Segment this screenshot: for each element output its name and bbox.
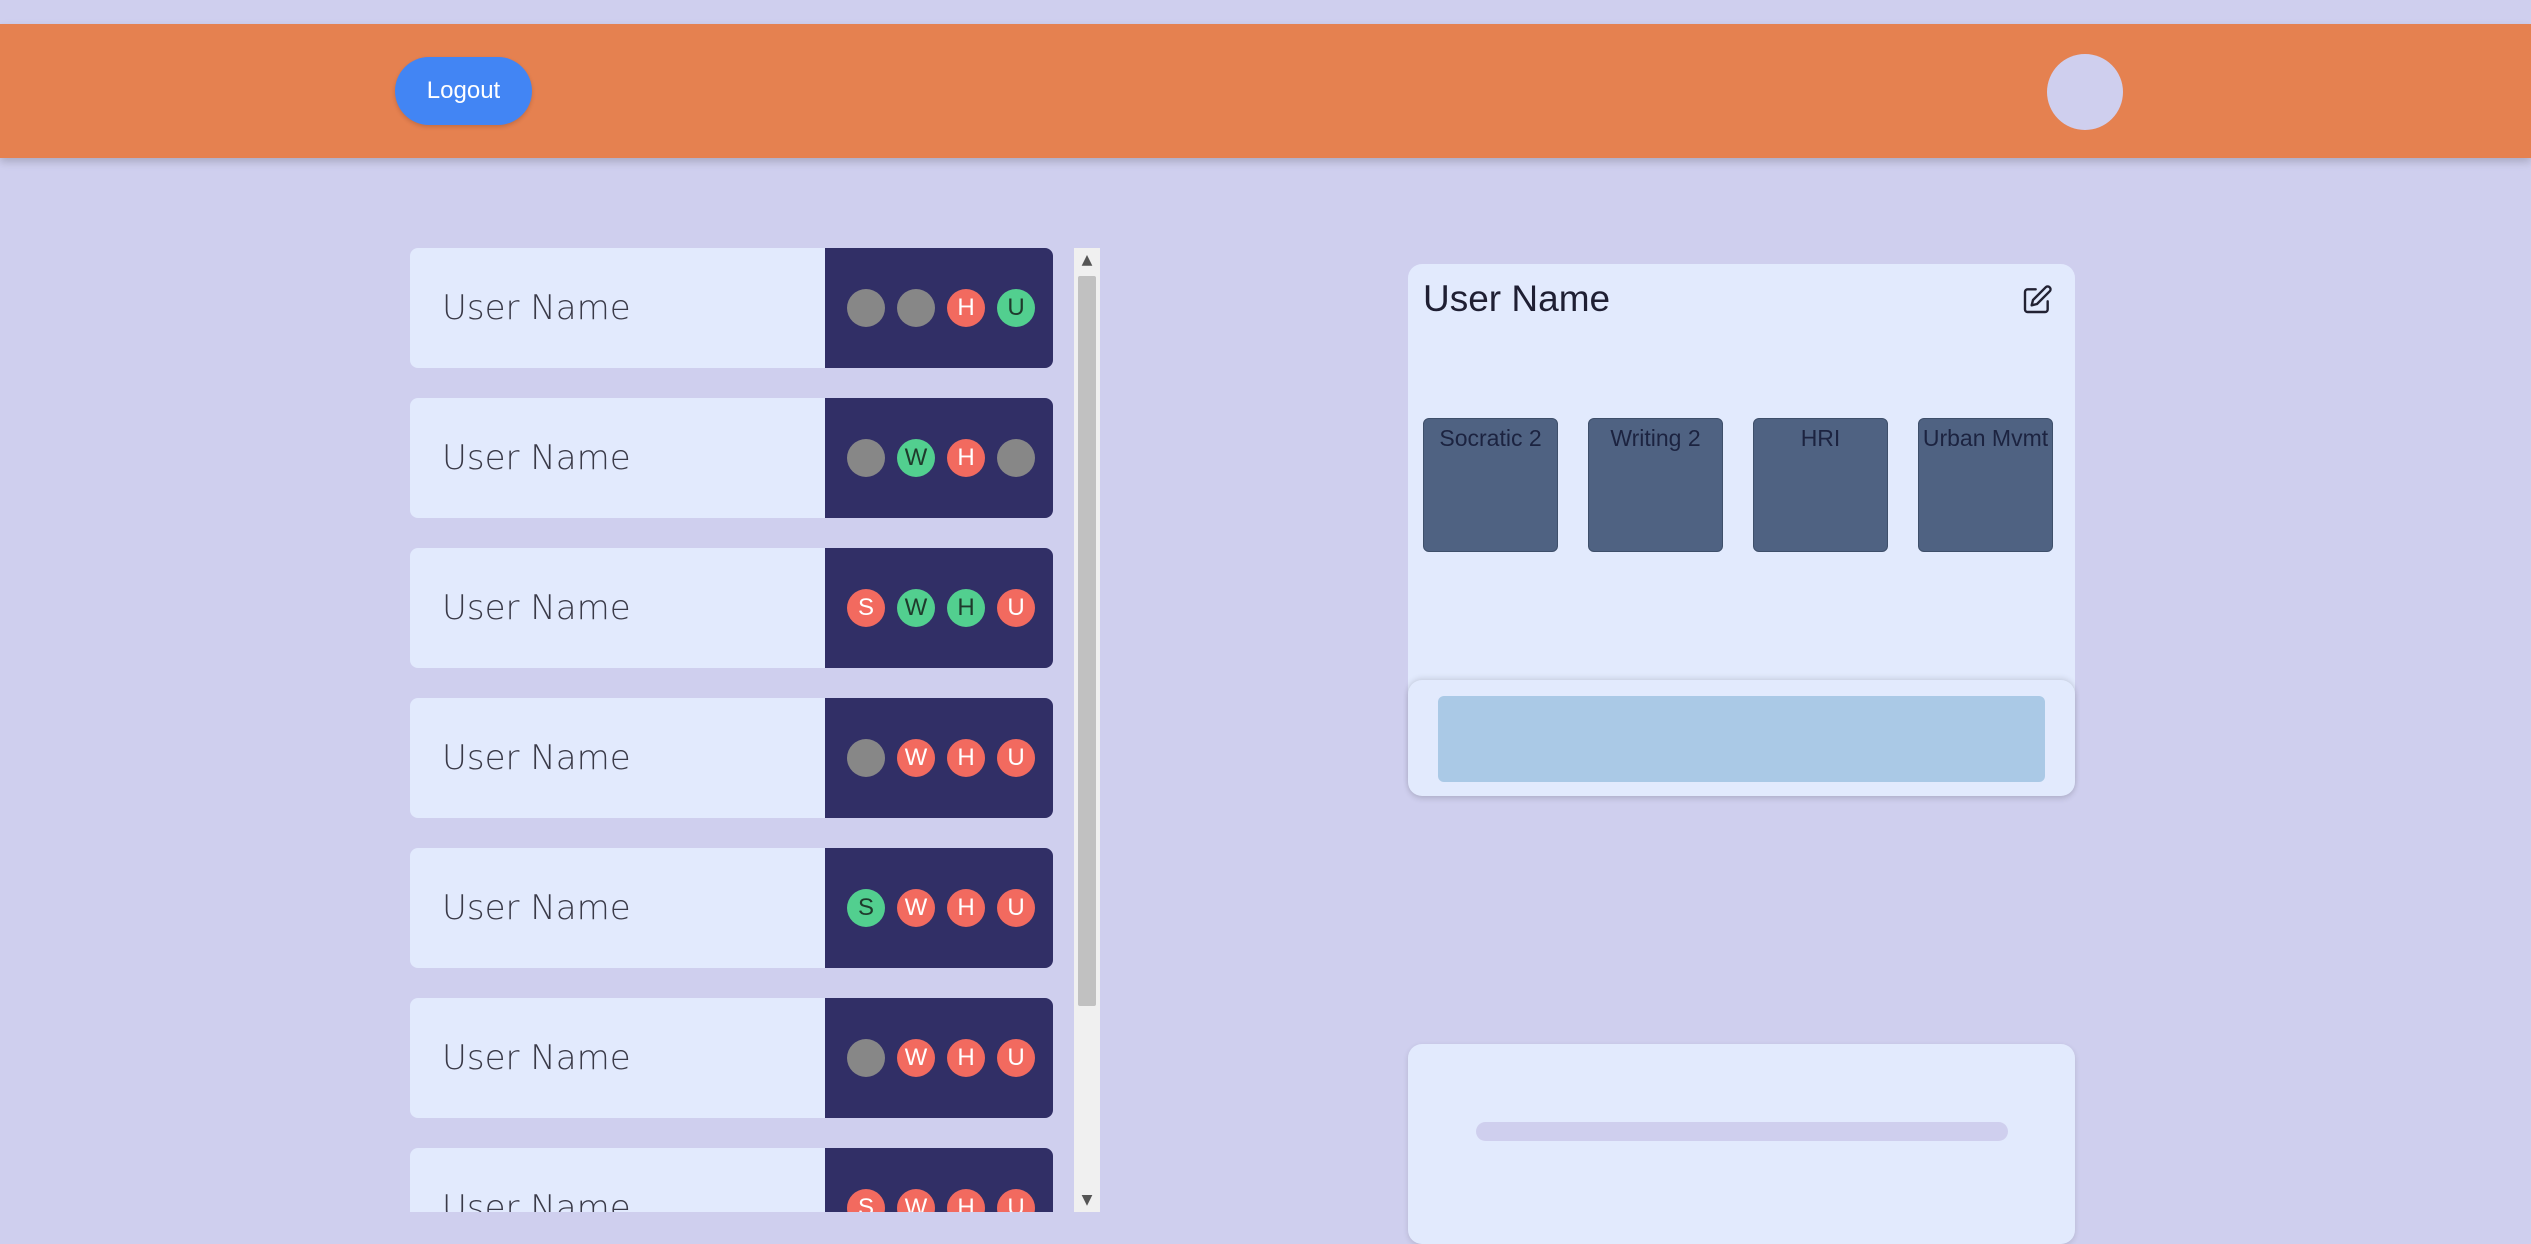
status-badge: S (847, 589, 885, 627)
user-list[interactable]: User Name H U User Name W H User Name S W H U User … (410, 248, 1054, 1212)
status-badge: H (947, 289, 985, 327)
status-badge: W (897, 889, 935, 927)
status-badge: H (947, 1189, 985, 1212)
status-badge: H (947, 439, 985, 477)
user-list-item[interactable]: User Name H U (410, 248, 1053, 368)
user-list-item[interactable]: User Name S W H U (410, 848, 1053, 968)
course-label: Urban Mvmt (1922, 425, 2049, 451)
status-badge (847, 1039, 885, 1077)
user-name: User Name (410, 1148, 825, 1212)
user-name: User Name (410, 248, 825, 368)
status-badge: H (947, 739, 985, 777)
course-tile[interactable]: HRI (1753, 418, 1888, 552)
status-badges: WHU (825, 698, 1053, 818)
user-list-item[interactable]: User Name W H U (410, 698, 1053, 818)
status-badge: S (847, 1189, 885, 1212)
user-name: User Name (410, 848, 825, 968)
pencil-square-icon (2023, 285, 2052, 314)
status-badge: H (947, 1039, 985, 1077)
logout-button[interactable]: Logout (395, 57, 532, 125)
avatar[interactable] (2047, 54, 2123, 130)
status-badge: W (897, 439, 935, 477)
status-badge: U (997, 289, 1035, 327)
status-badges: WH (825, 398, 1053, 518)
status-badge: H (947, 589, 985, 627)
placeholder-bar (1476, 1122, 2008, 1141)
scroll-down-icon[interactable]: ▼ (1074, 1188, 1100, 1212)
status-badges: SWHU (825, 548, 1053, 668)
status-badge: W (897, 589, 935, 627)
course-label: Writing 2 (1610, 425, 1701, 451)
bottom-card (1408, 1044, 2075, 1244)
status-badge: S (847, 889, 885, 927)
user-list-item[interactable]: User Name W H U (410, 998, 1053, 1118)
status-badge: W (897, 739, 935, 777)
user-name: User Name (410, 398, 825, 518)
status-badge: U (997, 889, 1035, 927)
course-label: Socratic 2 (1439, 425, 1542, 451)
scroll-up-icon[interactable]: ▲ (1074, 248, 1100, 272)
status-badges: SWHU (825, 1148, 1053, 1212)
edit-button[interactable] (2019, 282, 2055, 318)
status-badges: HU (825, 248, 1053, 368)
status-badge: U (997, 1189, 1035, 1212)
note-input[interactable] (1438, 696, 2045, 782)
course-label: HRI (1800, 425, 1841, 451)
user-list-item[interactable]: User Name S W H U (410, 1148, 1053, 1212)
status-badges: WHU (825, 998, 1053, 1118)
status-badge: U (997, 589, 1035, 627)
course-tile[interactable]: Socratic 2 (1423, 418, 1558, 552)
course-tile[interactable]: Writing 2 (1588, 418, 1723, 552)
user-list-item[interactable]: User Name W H (410, 398, 1053, 518)
status-badge: H (947, 889, 985, 927)
profile-name: User Name (1423, 278, 1611, 319)
status-badge (847, 289, 885, 327)
user-name: User Name (410, 548, 825, 668)
user-name: User Name (410, 698, 825, 818)
status-badge (847, 439, 885, 477)
user-name: User Name (410, 998, 825, 1118)
status-badges: SWHU (825, 848, 1053, 968)
status-badge: W (897, 1189, 935, 1212)
user-list-item[interactable]: User Name S W H U (410, 548, 1053, 668)
status-badge (897, 289, 935, 327)
status-badge: W (897, 1039, 935, 1077)
top-strip (0, 0, 2531, 24)
course-tile[interactable]: Urban Mvmt (1918, 418, 2053, 552)
status-badge: U (997, 1039, 1035, 1077)
status-badge (847, 739, 885, 777)
status-badge (997, 439, 1035, 477)
scroll-thumb[interactable] (1078, 276, 1096, 1006)
note-card (1408, 680, 2075, 796)
status-badge: U (997, 739, 1035, 777)
user-list-scrollbar[interactable]: ▲ ▼ (1074, 248, 1100, 1212)
app-header: Logout (0, 24, 2531, 158)
